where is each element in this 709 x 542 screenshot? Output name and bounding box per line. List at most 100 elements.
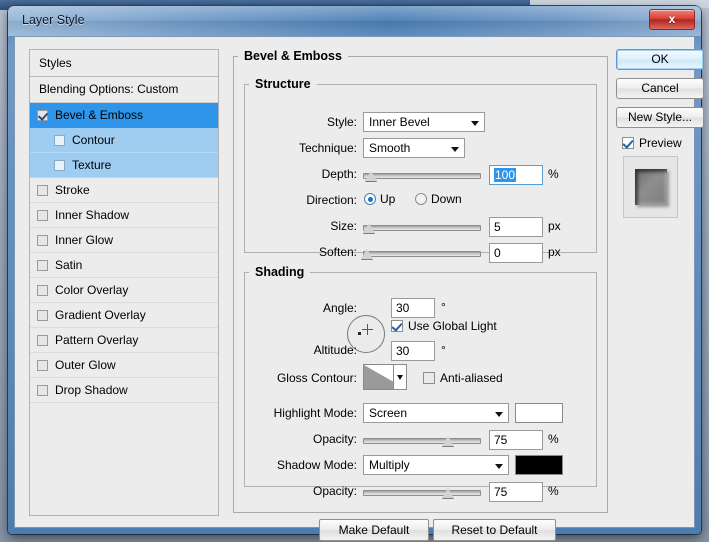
technique-dropdown[interactable]: Smooth bbox=[363, 138, 465, 158]
highlight-opacity-thumb[interactable] bbox=[442, 436, 454, 446]
size-input[interactable]: 5 bbox=[489, 217, 543, 237]
reset-to-default-button[interactable]: Reset to Default bbox=[433, 519, 556, 541]
style-dropdown[interactable]: Inner Bevel bbox=[363, 112, 485, 132]
sidebar-item-stroke[interactable]: Stroke bbox=[30, 178, 218, 203]
chevron-down-icon[interactable] bbox=[393, 365, 406, 389]
size-slider[interactable] bbox=[363, 220, 481, 236]
layer-style-dialog: Layer Style x Styles Blending Options: C… bbox=[8, 6, 704, 541]
altitude-label: Altitude: bbox=[313, 343, 357, 357]
highlight-mode-label: Highlight Mode: bbox=[273, 406, 357, 420]
checkbox-unchecked-icon[interactable] bbox=[37, 334, 48, 346]
checkbox-unchecked-icon[interactable] bbox=[37, 184, 48, 196]
highlight-mode-dropdown[interactable]: Screen bbox=[363, 403, 509, 423]
preview-thumbnail bbox=[623, 156, 678, 218]
size-label: Size: bbox=[330, 219, 357, 233]
sidebar-item-gradient-overlay[interactable]: Gradient Overlay bbox=[30, 303, 218, 328]
shadow-opacity-input[interactable]: 75 bbox=[489, 482, 543, 502]
checkbox-checked-icon[interactable] bbox=[37, 109, 48, 121]
checkbox-unchecked-icon[interactable] bbox=[54, 134, 65, 146]
shadow-color-swatch[interactable] bbox=[515, 455, 563, 475]
soften-label: Soften: bbox=[318, 245, 357, 259]
shading-group-title: Shading bbox=[255, 265, 305, 279]
checkbox-unchecked-icon[interactable] bbox=[37, 259, 48, 271]
direction-down-radio[interactable]: Down bbox=[415, 192, 462, 206]
size-slider-track bbox=[363, 225, 481, 231]
anti-aliased-label: Anti-aliased bbox=[440, 371, 503, 385]
gloss-contour-picker[interactable] bbox=[363, 364, 407, 390]
depth-slider-thumb[interactable] bbox=[365, 171, 377, 181]
shadow-opacity-thumb[interactable] bbox=[442, 488, 454, 498]
close-icon[interactable]: x bbox=[649, 9, 695, 30]
styles-panel-header[interactable]: Styles bbox=[30, 50, 218, 77]
sidebar-item-label: Texture bbox=[72, 158, 112, 172]
sidebar-item-outer-glow[interactable]: Outer Glow bbox=[30, 353, 218, 378]
anti-aliased-checkbox[interactable]: Anti-aliased bbox=[423, 371, 503, 385]
gloss-contour-label: Gloss Contour: bbox=[276, 371, 357, 385]
depth-input[interactable]: 100 bbox=[489, 165, 543, 185]
make-default-button[interactable]: Make Default bbox=[319, 519, 429, 541]
sidebar-item-contour[interactable]: Contour bbox=[30, 128, 218, 153]
ok-button[interactable]: OK bbox=[616, 49, 704, 70]
shadow-opacity-label: Opacity: bbox=[312, 484, 357, 498]
dialog-actions-panel: OK Cancel New Style... Preview bbox=[616, 49, 704, 218]
size-unit: px bbox=[548, 219, 561, 233]
highlight-opacity-slider[interactable] bbox=[363, 433, 481, 449]
checkbox-unchecked-icon[interactable] bbox=[37, 234, 48, 246]
size-slider-thumb[interactable] bbox=[363, 223, 375, 233]
sidebar-item-label: Color Overlay bbox=[55, 283, 129, 297]
highlight-color-swatch[interactable] bbox=[515, 403, 563, 423]
shadow-mode-dropdown[interactable]: Multiply bbox=[363, 455, 509, 475]
checkbox-unchecked-icon[interactable] bbox=[37, 309, 48, 321]
sidebar-item-label: Outer Glow bbox=[55, 358, 116, 372]
highlight-opacity-input[interactable]: 75 bbox=[489, 430, 543, 450]
sidebar-item-texture[interactable]: Texture bbox=[30, 153, 218, 178]
sidebar-item-pattern-overlay[interactable]: Pattern Overlay bbox=[30, 328, 218, 353]
sidebar-item-color-overlay[interactable]: Color Overlay bbox=[30, 278, 218, 303]
altitude-input[interactable]: 30 bbox=[391, 341, 435, 361]
shadow-mode-label: Shadow Mode: bbox=[276, 458, 357, 472]
soften-slider[interactable] bbox=[361, 246, 481, 262]
soften-slider-thumb[interactable] bbox=[361, 249, 373, 259]
angle-input[interactable]: 30 bbox=[391, 298, 435, 318]
checkbox-checked-icon bbox=[391, 320, 403, 332]
sidebar-item-label: Inner Glow bbox=[55, 233, 114, 247]
checkbox-unchecked-icon[interactable] bbox=[37, 359, 48, 371]
sidebar-item-satin[interactable]: Satin bbox=[30, 253, 218, 278]
checkbox-unchecked-icon[interactable] bbox=[37, 209, 48, 221]
depth-unit: % bbox=[548, 167, 559, 181]
sidebar-item-label: Contour bbox=[72, 133, 115, 147]
preview-checkbox[interactable]: Preview bbox=[622, 136, 696, 150]
styles-list-panel: Styles Blending Options: Custom Bevel & … bbox=[29, 49, 219, 516]
checkbox-unchecked-icon[interactable] bbox=[54, 159, 65, 171]
crosshair-cursor-icon bbox=[362, 324, 373, 335]
chevron-down-icon bbox=[451, 147, 459, 152]
sidebar-item-inner-shadow[interactable]: Inner Shadow bbox=[30, 203, 218, 228]
use-global-light-checkbox[interactable]: Use Global Light bbox=[391, 319, 497, 333]
preview-shape bbox=[635, 169, 667, 205]
structure-group: Structure Style: Inner Bevel Technique: … bbox=[244, 77, 597, 263]
direction-label: Direction: bbox=[306, 193, 357, 207]
effect-settings-panel: Bevel & Emboss Structure Style: Inner Be… bbox=[233, 49, 608, 541]
cancel-button[interactable]: Cancel bbox=[616, 78, 704, 99]
technique-dropdown-value: Smooth bbox=[369, 141, 411, 155]
sidebar-item-label: Drop Shadow bbox=[55, 383, 128, 397]
shadow-opacity-unit: % bbox=[548, 484, 559, 498]
soften-slider-track bbox=[363, 251, 481, 257]
checkbox-unchecked-icon bbox=[423, 372, 435, 384]
new-style-button[interactable]: New Style... bbox=[616, 107, 704, 128]
checkbox-unchecked-icon[interactable] bbox=[37, 384, 48, 396]
depth-slider[interactable] bbox=[363, 168, 481, 184]
altitude-unit: ° bbox=[441, 343, 446, 357]
soften-input[interactable]: 0 bbox=[489, 243, 543, 263]
shadow-opacity-slider[interactable] bbox=[363, 485, 481, 501]
direction-up-radio[interactable]: Up bbox=[364, 192, 395, 206]
sidebar-item-inner-glow[interactable]: Inner Glow bbox=[30, 228, 218, 253]
radio-on-icon bbox=[364, 193, 376, 205]
blending-options-item[interactable]: Blending Options: Custom bbox=[30, 77, 218, 103]
angle-dial-indicator bbox=[358, 332, 361, 335]
sidebar-item-bevel-emboss[interactable]: Bevel & Emboss bbox=[30, 103, 218, 128]
depth-label: Depth: bbox=[321, 167, 357, 181]
checkbox-unchecked-icon[interactable] bbox=[37, 284, 48, 296]
sidebar-item-drop-shadow[interactable]: Drop Shadow bbox=[30, 378, 218, 403]
sidebar-item-label: Gradient Overlay bbox=[55, 308, 146, 322]
